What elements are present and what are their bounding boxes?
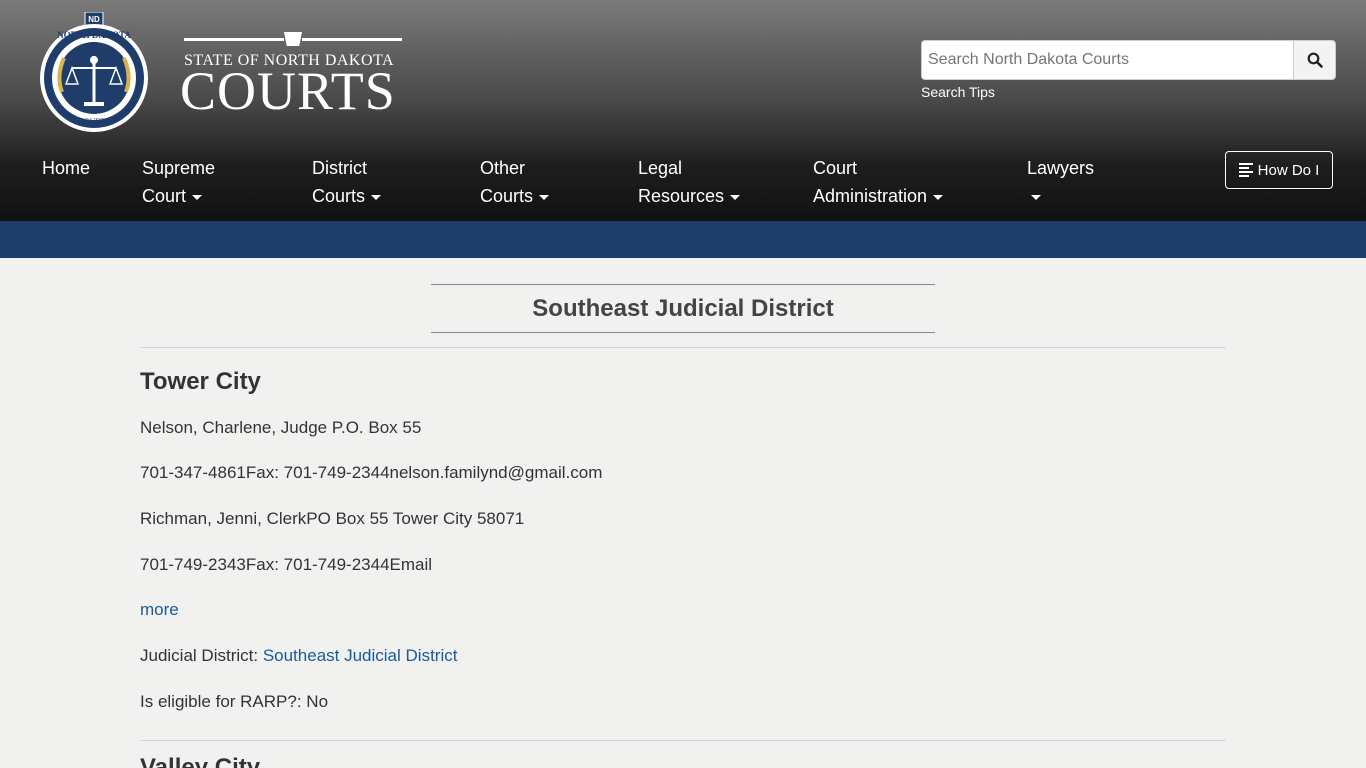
search-form <box>921 40 1336 80</box>
svg-text:NORTH DAKOTA: NORTH DAKOTA <box>57 30 131 40</box>
nav-other-courts-label-1: Other <box>480 158 526 178</box>
nav-district-courts[interactable]: District Courts <box>312 154 382 210</box>
nav-legal-resources[interactable]: Legal Resources <box>638 154 741 210</box>
wordmark-rule-right <box>302 38 402 41</box>
district-label: Judicial District: <box>140 646 263 665</box>
district-line: Judicial District: Southeast Judicial Di… <box>140 646 457 666</box>
nav-district-courts-label-2: Courts <box>312 186 366 206</box>
divider <box>140 347 1226 348</box>
align-left-icon <box>1238 163 1253 177</box>
district-link[interactable]: Southeast Judicial District <box>263 646 458 665</box>
site-header: ND NORTH DAKOTA COURTS STATE OF NORTH DA… <box>0 0 1366 221</box>
accent-bar <box>0 221 1366 258</box>
nav-court-administration-label-1: Court <box>813 158 858 178</box>
north-dakota-courts-seal-icon[interactable]: ND NORTH DAKOTA COURTS <box>40 12 150 134</box>
caret-down-icon <box>933 194 944 200</box>
search-button[interactable] <box>1293 40 1336 80</box>
entry-heading: Tower City <box>140 368 261 395</box>
nav-legal-resources-label-2: Resources <box>638 186 725 206</box>
nav-supreme-court-label-2: Court <box>142 186 187 206</box>
svg-text:ND: ND <box>88 15 100 24</box>
page-title: Southeast Judicial District <box>532 294 834 322</box>
judge-contact: 701-347-4861Fax: 701-749-2344nelson.fami… <box>140 463 603 482</box>
nav-lawyers-label: Lawyers <box>1027 158 1095 178</box>
caret-down-icon <box>730 194 741 200</box>
nav-supreme-court-label-1: Supreme <box>142 158 216 178</box>
how-do-i-label: How Do I <box>1257 161 1320 179</box>
nav-home-label: Home <box>42 158 91 178</box>
divider <box>140 740 1226 741</box>
next-entry-heading: Valley City <box>140 754 261 768</box>
search-icon <box>1307 52 1323 68</box>
more-link[interactable]: more <box>140 600 179 619</box>
svg-text:COURTS: COURTS <box>78 117 109 126</box>
nav-other-courts[interactable]: Other Courts <box>480 154 550 210</box>
nav-court-administration-label-2: Administration <box>813 186 928 206</box>
search-tips-link[interactable]: Search Tips <box>921 84 995 100</box>
nav-legal-resources-label-1: Legal <box>638 158 683 178</box>
caret-down-icon <box>371 194 382 200</box>
nav-lawyers[interactable]: Lawyers <box>1027 154 1094 210</box>
search-input[interactable] <box>921 40 1294 80</box>
more-line: more <box>140 600 179 620</box>
clerk-contact: 701-749-2343Fax: 701-749-2344Email <box>140 555 433 574</box>
page-title-container: Southeast Judicial District <box>431 284 935 333</box>
rarp-line: Is eligible for RARP?: No <box>140 692 329 711</box>
how-do-i-button[interactable]: How Do I <box>1225 151 1333 189</box>
clerk-line: Richman, Jenni, ClerkPO Box 55 Tower Cit… <box>140 509 525 528</box>
caret-down-icon <box>192 194 203 200</box>
nav-supreme-court[interactable]: Supreme Court <box>142 154 215 210</box>
nav-district-courts-label-1: District <box>312 158 367 178</box>
nav-home[interactable]: Home <box>42 154 90 182</box>
wordmark-capitol-icon <box>284 32 302 46</box>
wordmark-rule-left <box>184 38 284 41</box>
nav-court-administration[interactable]: Court Administration <box>813 154 944 210</box>
wordmark-courts: COURTS <box>180 61 396 121</box>
nav-other-courts-label-2: Courts <box>480 186 534 206</box>
caret-down-icon <box>1031 194 1041 200</box>
site-wordmark[interactable]: STATE OF NORTH DAKOTA COURTS <box>180 30 410 121</box>
caret-down-icon <box>539 194 550 200</box>
judge-line: Nelson, Charlene, Judge P.O. Box 55 <box>140 418 422 437</box>
